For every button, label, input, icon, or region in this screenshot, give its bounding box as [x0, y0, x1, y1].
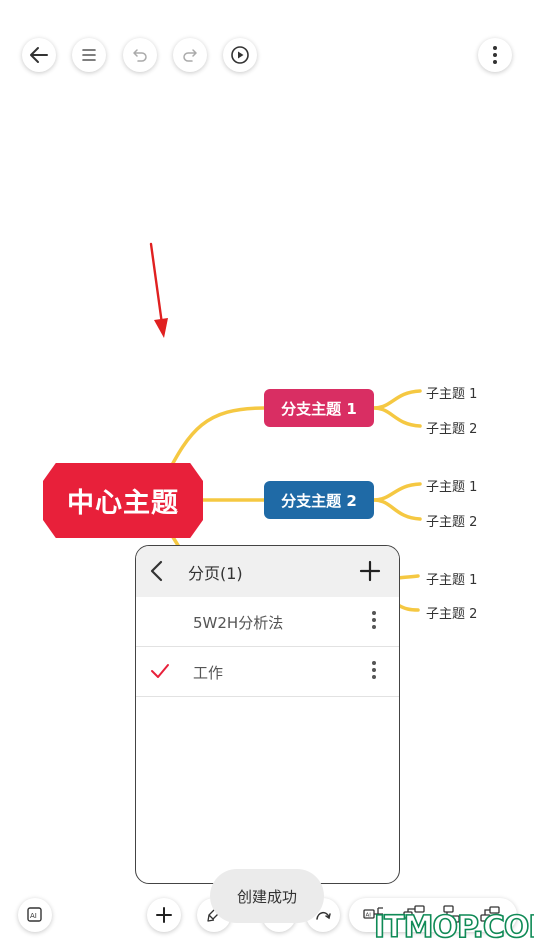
more-vertical-icon	[372, 661, 376, 679]
branch-topic-2-label: 分支主题 2	[281, 491, 357, 510]
central-topic-label: 中心主题	[67, 488, 179, 519]
svg-text:AI: AI	[366, 913, 372, 919]
page-item-more-button[interactable]	[371, 660, 377, 684]
plus-icon	[359, 560, 381, 582]
toast-message: 创建成功	[210, 869, 324, 923]
chevron-left-icon	[150, 560, 163, 582]
subtopic-1-1[interactable]: 子主题 1	[426, 383, 477, 402]
subtopic-1-2[interactable]: 子主题 2	[426, 418, 477, 437]
more-vertical-icon	[372, 611, 376, 629]
add-icon	[156, 907, 172, 923]
branch-topic-1[interactable]: 分支主题 1	[264, 389, 374, 427]
subtopic-2-2[interactable]: 子主题 2	[426, 511, 477, 530]
panel-back-button[interactable]	[146, 559, 168, 587]
add-topic-button[interactable]	[147, 898, 181, 932]
page-item-label: 5W2H分析法	[193, 614, 284, 632]
branch-topic-2[interactable]: 分支主题 2	[264, 481, 374, 519]
page-item-label: 工作	[193, 664, 224, 682]
ai-button[interactable]: AI	[18, 898, 52, 932]
toast-text: 创建成功	[236, 888, 297, 906]
page-panel-title: 分页(1)	[188, 563, 243, 583]
add-page-button[interactable]	[359, 560, 381, 586]
svg-text:AI: AI	[30, 912, 37, 920]
branch-topic-1-label: 分支主题 1	[281, 399, 357, 418]
page-list-item-selected[interactable]: 工作	[136, 647, 399, 697]
subtopic-3-2[interactable]: 子主题 2	[426, 603, 477, 622]
page-item-more-button[interactable]	[371, 610, 377, 634]
page-panel: 分页(1) 5W2H分析法 工作	[135, 545, 400, 884]
watermark: ITMOP.COM	[373, 909, 534, 946]
check-icon	[150, 663, 170, 683]
central-topic[interactable]: 中心主题	[43, 463, 203, 538]
page-list-item[interactable]: 5W2H分析法	[136, 597, 399, 647]
subtopic-2-1[interactable]: 子主题 1	[426, 476, 477, 495]
subtopic-3-1[interactable]: 子主题 1	[426, 569, 477, 588]
page-panel-header: 分页(1)	[136, 546, 399, 597]
ai-icon: AI	[27, 907, 42, 922]
